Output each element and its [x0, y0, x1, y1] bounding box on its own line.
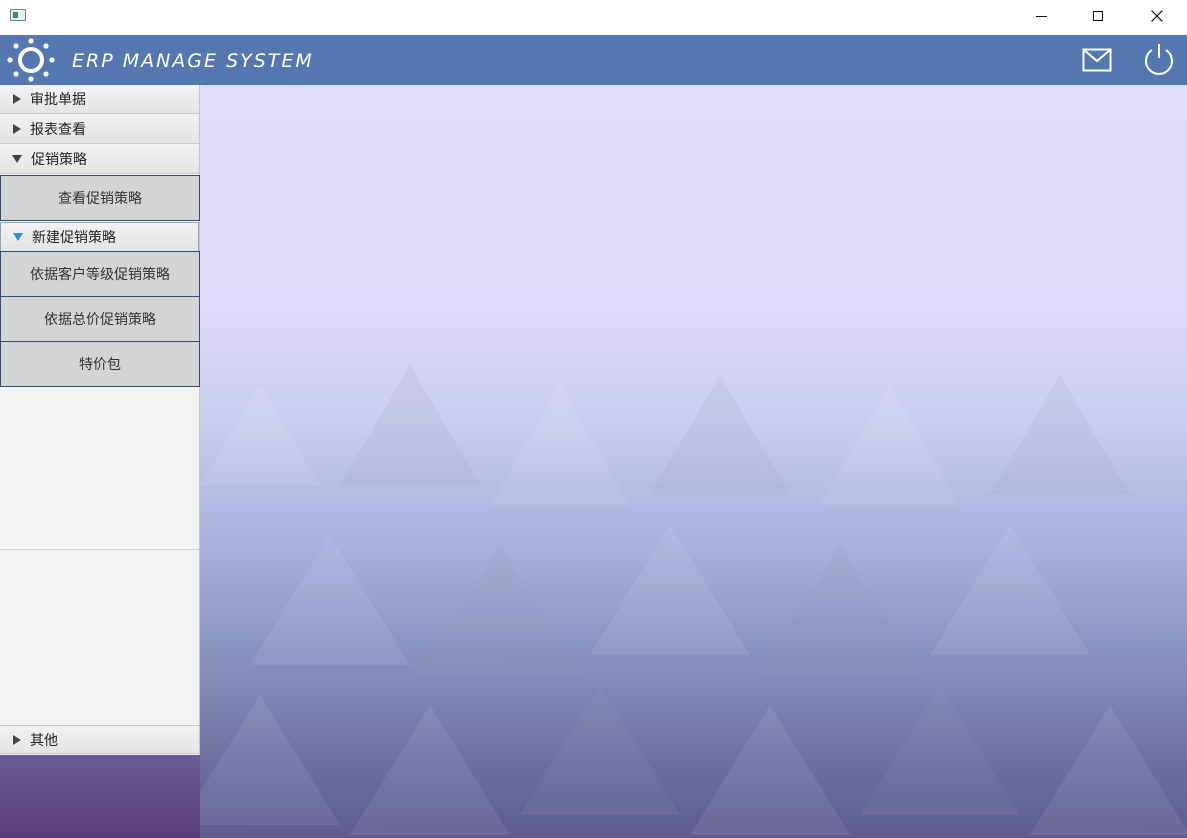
total-price-promotion-button[interactable]: 依据总价促销策略: [0, 296, 200, 342]
maximize-button[interactable]: [1075, 0, 1121, 32]
sidebar-section-label: 审批单据: [30, 92, 86, 108]
window-titlebar: [0, 0, 1187, 35]
sidebar-section-other[interactable]: 其他: [0, 725, 199, 754]
maximize-icon: [1093, 11, 1103, 21]
sidebar: 审批单据 报表查看 促销策略 查看促销策略 新建促销策略 依据客户等级促销策略 …: [0, 85, 200, 755]
close-icon: [1151, 10, 1163, 22]
app-header: ERP MANAGE SYSTEM: [0, 35, 1187, 85]
triangle-down-icon: [12, 155, 22, 163]
triangle-right-icon: [13, 94, 21, 104]
triangle-right-icon: [13, 124, 21, 134]
minimize-icon: [1035, 15, 1047, 17]
sidebar-section-label: 其他: [30, 732, 58, 749]
minimize-button[interactable]: [1018, 0, 1064, 32]
sidebar-section-label: 促销策略: [31, 152, 87, 168]
background-image: [200, 85, 1187, 838]
sidebar-section-reports[interactable]: 报表查看: [0, 115, 199, 144]
new-promotion-header[interactable]: 新建促销策略: [0, 222, 199, 252]
divider: [0, 549, 199, 550]
triangle-right-icon: [13, 734, 21, 745]
app-icon: [10, 9, 26, 21]
close-button[interactable]: [1134, 0, 1180, 32]
sidebar-section-label: 报表查看: [30, 122, 86, 138]
special-package-button[interactable]: 特价包: [0, 341, 200, 387]
view-promotion-button[interactable]: 查看促销策略: [0, 175, 200, 221]
customer-level-promotion-button[interactable]: 依据客户等级促销策略: [0, 251, 200, 297]
sun-icon: [7, 38, 55, 82]
sidebar-section-approval[interactable]: 审批单据: [0, 85, 199, 114]
app-title: ERP MANAGE SYSTEM: [72, 50, 314, 72]
power-icon[interactable]: [1142, 42, 1176, 76]
new-promotion-label: 新建促销策略: [32, 230, 116, 246]
triangle-down-icon: [13, 233, 23, 241]
sidebar-section-promotion[interactable]: 促销策略: [0, 145, 199, 174]
background-image-left: [0, 755, 200, 838]
mail-icon[interactable]: [1082, 46, 1112, 74]
